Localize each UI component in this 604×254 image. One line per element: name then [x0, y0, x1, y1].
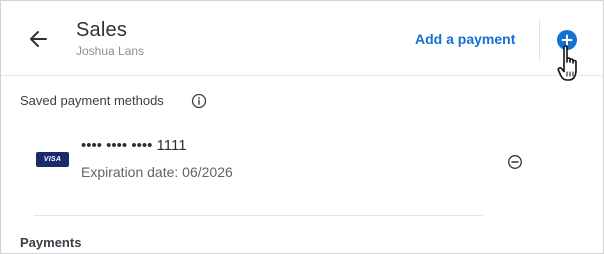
arrow-left-icon [30, 31, 47, 47]
sales-payment-panel: Sales Joshua Lans Add a payment Saved pa… [0, 0, 604, 254]
saved-methods-heading: Saved payment methods [20, 93, 164, 108]
section-divider [34, 215, 483, 216]
customer-name: Joshua Lans [76, 44, 145, 58]
add-payment-link[interactable]: Add a payment [415, 31, 515, 47]
payments-heading: Payments [20, 235, 82, 250]
panel-header: Sales Joshua Lans Add a payment [1, 1, 603, 81]
minus-circle-icon[interactable] [507, 154, 523, 170]
page-title: Sales [76, 19, 128, 41]
hand-pointer-icon [557, 45, 577, 81]
back-button[interactable] [27, 27, 51, 51]
header-divider [539, 18, 540, 62]
card-expiration: Expiration date: 06/2026 [81, 164, 233, 180]
card-number: •••• •••• •••• 1111 [81, 137, 187, 154]
visa-logo: VISA [36, 152, 69, 167]
info-circle-icon[interactable] [191, 93, 207, 109]
